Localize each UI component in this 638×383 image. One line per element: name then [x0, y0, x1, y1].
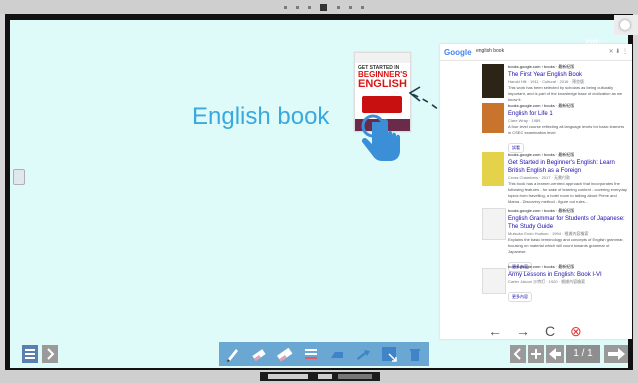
- result-title[interactable]: English Grammar for Students of Japanese…: [508, 215, 628, 231]
- side-panel-handle[interactable]: [13, 169, 25, 185]
- result-thumbnail[interactable]: [482, 208, 506, 240]
- result-more-chip[interactable]: 更多內容: [508, 292, 532, 302]
- result-title[interactable]: The First Year English Book: [508, 71, 628, 79]
- result-thumbnail[interactable]: [482, 64, 504, 98]
- result-source: books.google.com › books · 最新紀版: [508, 64, 575, 69]
- arrow-draw-icon[interactable]: [355, 346, 371, 362]
- reload-icon[interactable]: C: [545, 323, 555, 339]
- canvas-title[interactable]: English book: [192, 103, 329, 131]
- taskbar[interactable]: [260, 372, 380, 381]
- google-logo: Google: [444, 48, 472, 57]
- page-dot-active[interactable]: [320, 3, 328, 11]
- clear-lines-icon[interactable]: [303, 346, 319, 362]
- eraser-large-icon[interactable]: [277, 346, 293, 362]
- search-result: books.google.com › books · 最新紀版 The Firs…: [508, 64, 628, 103]
- result-thumbnail[interactable]: [482, 268, 506, 294]
- search-actions: ✕ ⬇ ⋮: [609, 48, 628, 55]
- next-page-icon[interactable]: [604, 345, 628, 363]
- page-dot[interactable]: [360, 5, 364, 9]
- page-dot[interactable]: [308, 5, 312, 9]
- taskbar-item[interactable]: [318, 374, 332, 379]
- result-snippet: A four level course reflecting all langu…: [508, 124, 625, 135]
- book-cover-header: [355, 53, 410, 63]
- mic-icon[interactable]: ⬇: [615, 49, 620, 55]
- list-icon[interactable]: [22, 345, 38, 363]
- result-meta: Carter Jaloon 沙特灯 · 1920 · 根據內容檢索: [508, 279, 586, 284]
- forward-arrow-icon[interactable]: →: [516, 323, 530, 339]
- browser-panel[interactable]: Google english book ✕ ⬇ ⋮ books.google.c…: [440, 44, 632, 339]
- browser-navigation: ← → C ⊗: [440, 322, 632, 342]
- result-source: books.google.com › books · 最新紀版: [508, 152, 575, 157]
- result-snippet: This work has been selected by scholars …: [508, 85, 623, 102]
- page-indicator: 1 / 1: [566, 345, 600, 363]
- result-title[interactable]: Get Started in Beginner's English: Learn…: [508, 159, 628, 175]
- chevron-left-icon[interactable]: [510, 345, 526, 363]
- back-arrow-icon[interactable]: ←: [488, 323, 502, 339]
- pen-icon[interactable]: [225, 346, 241, 362]
- book-cover-bus-illustration: [362, 96, 402, 113]
- floating-menu-button[interactable]: [614, 15, 638, 35]
- selection-icon[interactable]: [381, 346, 397, 362]
- result-snippet: Explains the basic terminology and conce…: [508, 237, 624, 254]
- more-icon[interactable]: ⋮: [622, 49, 628, 55]
- taskbar-item[interactable]: [338, 374, 372, 379]
- top-page-indicator-bar: [0, 0, 638, 14]
- result-thumbnail[interactable]: [482, 152, 504, 186]
- search-bar: Google english book ✕ ⬇ ⋮: [440, 44, 632, 61]
- prev-page-icon[interactable]: [546, 345, 564, 363]
- page-dot[interactable]: [284, 5, 287, 9]
- result-source: books.google.com › books · 最新紀版: [508, 264, 575, 269]
- close-icon[interactable]: ✕: [609, 49, 614, 55]
- close-browser-icon[interactable]: ⊗: [570, 323, 582, 340]
- page-dot[interactable]: [336, 5, 340, 9]
- result-thumbnail[interactable]: [482, 103, 504, 133]
- page-dot[interactable]: [348, 5, 352, 9]
- page-dot[interactable]: [296, 5, 300, 9]
- taskbar-item[interactable]: [268, 374, 308, 379]
- drag-hand-icon: [361, 114, 400, 161]
- shape-icon[interactable]: [329, 346, 345, 362]
- search-input[interactable]: english book: [476, 48, 626, 56]
- result-title[interactable]: Army Lessons in English: Book I-VI: [508, 271, 628, 279]
- chevron-right-icon[interactable]: [42, 345, 58, 363]
- result-title[interactable]: English for Life 1: [508, 110, 628, 118]
- menu-dot-icon: [620, 20, 630, 30]
- search-result: books.google.com › books · 最新紀版 Army Les…: [508, 264, 628, 303]
- search-result: books.google.com › books · 最新紀版 English …: [508, 103, 628, 154]
- trash-icon[interactable]: [407, 346, 423, 362]
- eraser-icon[interactable]: [251, 346, 267, 362]
- result-source: books.google.com › books · 最新紀版: [508, 208, 575, 213]
- result-source: books.google.com › books · 最新紀版: [508, 103, 575, 108]
- page-dots[interactable]: [284, 3, 364, 11]
- plus-icon[interactable]: [528, 345, 544, 363]
- drawing-toolbar: [219, 342, 429, 366]
- search-result: books.google.com › books · 最新紀版 Get Star…: [508, 152, 628, 205]
- result-snippet: This book has a learner-centred approach…: [508, 181, 627, 204]
